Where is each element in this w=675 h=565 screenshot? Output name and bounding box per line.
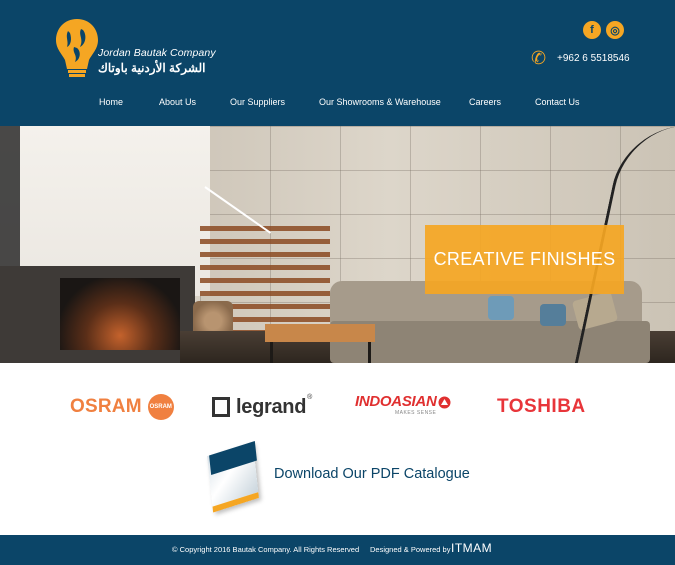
hero-table-leg: [270, 342, 273, 363]
instagram-icon[interactable]: ◎: [606, 21, 624, 39]
copyright-text: © Copyright 2016 Bautak Company. All Rig…: [172, 545, 360, 554]
osram-wordmark: OSRAM: [70, 396, 142, 417]
indoasian-tagline: MAKES SENSE: [395, 410, 437, 416]
indoasian-wordmark: INDOASIAN: [355, 393, 437, 410]
hero-banner[interactable]: CREATIVE FINISHES: [425, 225, 624, 294]
facebook-icon[interactable]: f: [583, 21, 601, 39]
logo-arabic-name: الشركة الأردنية باوتاك: [98, 61, 206, 75]
osram-badge-icon: OSRAM: [147, 394, 174, 420]
main-navigation: Home About Us Our Suppliers Our Showroom…: [0, 97, 675, 111]
phone-icon: ✆: [531, 48, 547, 68]
company-logo[interactable]: Jordan Bautak Company الشركة الأردنية با…: [54, 17, 216, 79]
itmam-logo-link[interactable]: ITMAM: [451, 541, 492, 555]
nav-item-our-suppliers[interactable]: Our Suppliers: [230, 97, 285, 107]
designed-by-text: Designed & Powered by: [370, 545, 451, 554]
nav-item-showrooms-warehouse[interactable]: Our Showrooms & Warehouse: [319, 97, 441, 107]
hero-banner-text: CREATIVE FINISHES: [433, 249, 616, 269]
nav-item-home[interactable]: Home: [99, 97, 123, 107]
bulb-logo-icon: [56, 19, 98, 77]
brand-logo-osram[interactable]: OSRAM OSRAM: [70, 394, 174, 420]
nav-item-careers[interactable]: Careers: [469, 97, 501, 107]
brand-logo-toshiba[interactable]: TOSHIBA: [497, 394, 586, 420]
site-header: Jordan Bautak Company الشركة الأردنية با…: [0, 0, 675, 126]
legrand-registered-mark: ®: [307, 394, 313, 401]
nav-item-about-us[interactable]: About Us: [159, 97, 196, 107]
toshiba-wordmark: TOSHIBA: [497, 396, 586, 417]
hero-slider: CREATIVE FINISHES: [0, 126, 675, 363]
logo-english-name: Jordan Bautak Company: [98, 47, 216, 59]
phone-contact: ✆ +962 6 5518546: [531, 48, 630, 68]
nav-item-contact-us[interactable]: Contact Us: [535, 97, 580, 107]
brand-logo-legrand[interactable]: legrand ®: [212, 394, 312, 420]
hero-coffee-table: [265, 324, 375, 342]
legrand-mark-icon: [212, 397, 230, 417]
site-footer: © Copyright 2016 Bautak Company. All Rig…: [0, 535, 675, 565]
download-catalogue-link[interactable]: Download Our PDF Catalogue: [274, 466, 470, 482]
hero-fireplace: [60, 278, 180, 350]
phone-number[interactable]: +962 6 5518546: [557, 53, 630, 64]
legrand-wordmark: legrand: [236, 395, 307, 418]
brand-logo-indoasian[interactable]: INDOASIAN MAKES SENSE: [355, 394, 451, 420]
hero-table-leg: [368, 342, 371, 363]
indoasian-mark-icon: [438, 396, 451, 408]
hero-pillow: [488, 296, 514, 320]
hero-pillow: [540, 304, 566, 326]
